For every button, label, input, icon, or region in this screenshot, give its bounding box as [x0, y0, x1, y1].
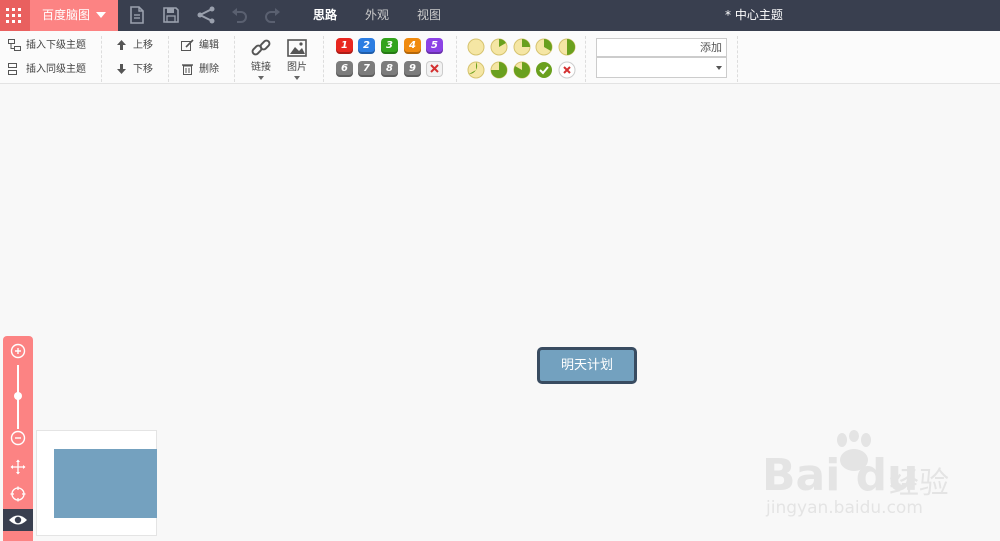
- arrow-up-icon: [117, 40, 126, 50]
- tab-view[interactable]: 视图: [405, 0, 453, 31]
- edit-button[interactable]: 编辑: [181, 37, 219, 55]
- eye-icon: [9, 515, 27, 525]
- image-label: 图片: [287, 62, 307, 73]
- resource-add-button[interactable]: 添加: [700, 41, 722, 54]
- priority-label: 2: [363, 40, 370, 51]
- divider: [323, 36, 324, 82]
- insert-child-icon: [8, 39, 21, 51]
- insert-sibling-icon: [8, 63, 17, 75]
- zoom-panel: [3, 336, 33, 541]
- watermark-cn: 经验: [889, 466, 949, 501]
- priority-remove-button[interactable]: [426, 61, 443, 77]
- resource-select[interactable]: [596, 57, 727, 78]
- zoom-slider-handle[interactable]: [14, 392, 22, 400]
- locate-center-icon[interactable]: [10, 486, 26, 502]
- caret-down-icon: [96, 12, 106, 18]
- mindmap-node[interactable]: 明天计划: [537, 347, 637, 384]
- trash-icon: [182, 64, 193, 75]
- tab-idea[interactable]: 思路: [301, 0, 349, 31]
- progress-7-icon[interactable]: [513, 61, 531, 79]
- priority-6-button[interactable]: 6: [336, 61, 353, 77]
- insert-child-label: 插入下级主题: [26, 40, 86, 51]
- zoom-out-icon[interactable]: [10, 430, 26, 446]
- priority-9-button[interactable]: 9: [404, 61, 421, 77]
- divider: [101, 36, 102, 82]
- priority-label: 1: [341, 40, 348, 51]
- image-icon: [287, 39, 307, 57]
- document-title: * 中心主题: [725, 8, 783, 22]
- move-up-label: 上移: [133, 40, 153, 51]
- link-label: 链接: [251, 62, 271, 73]
- close-icon: [430, 64, 439, 73]
- progress-remove-icon[interactable]: [558, 61, 576, 79]
- delete-label: 删除: [199, 64, 219, 75]
- link-icon: [251, 39, 271, 56]
- priority-label: 7: [363, 63, 370, 74]
- priority-label: 8: [386, 63, 393, 74]
- progress-5-icon[interactable]: [467, 61, 485, 79]
- ribbon-toolbar: 插入下级主题 插入同级主题 上移 下移 编辑 删除 链接 图片 1 2 3 4 …: [0, 31, 1000, 84]
- divider: [585, 36, 586, 82]
- progress-2-icon[interactable]: [513, 38, 531, 56]
- priority-3-button[interactable]: 3: [381, 38, 398, 54]
- divider: [168, 36, 169, 82]
- priority-5-button[interactable]: 5: [426, 38, 443, 54]
- top-bar: 百度脑图 思路 外观 视图 * 中心主题: [0, 0, 1000, 31]
- move-up-button[interactable]: 上移: [115, 37, 153, 55]
- dropdown-caret-icon: [258, 76, 264, 80]
- save-icon[interactable]: [160, 4, 182, 26]
- redo-icon[interactable]: [262, 4, 284, 26]
- priority-8-button[interactable]: 8: [381, 61, 398, 77]
- watermark-logo: Bai du 经验 jingyan.baidu.com: [762, 430, 977, 520]
- edit-label: 编辑: [199, 40, 219, 51]
- move-down-label: 下移: [133, 64, 153, 75]
- new-file-icon[interactable]: [126, 4, 148, 26]
- chevron-down-icon: [716, 66, 722, 70]
- priority-2-button[interactable]: 2: [358, 38, 375, 54]
- priority-label: 9: [409, 63, 416, 74]
- divider: [234, 36, 235, 82]
- brand-label: 百度脑图: [42, 8, 91, 22]
- link-button[interactable]: 链接: [249, 38, 273, 80]
- insert-sibling-button[interactable]: 插入同级主题: [8, 61, 86, 79]
- arrow-down-icon: [117, 64, 126, 74]
- watermark-url: jingyan.baidu.com: [766, 498, 923, 518]
- delete-button[interactable]: 删除: [181, 61, 219, 79]
- dropdown-caret-icon: [294, 76, 300, 80]
- progress-done-icon[interactable]: [535, 61, 553, 79]
- progress-6-icon[interactable]: [490, 61, 508, 79]
- move-down-button[interactable]: 下移: [115, 61, 153, 79]
- image-button[interactable]: 图片: [285, 38, 309, 80]
- progress-4-icon[interactable]: [558, 38, 576, 56]
- navigator-toggle-button[interactable]: [3, 509, 33, 531]
- progress-3-icon[interactable]: [535, 38, 553, 56]
- apps-grid-button[interactable]: [0, 0, 30, 31]
- move-icon[interactable]: [10, 459, 26, 475]
- priority-4-button[interactable]: 4: [404, 38, 421, 54]
- priority-label: 5: [431, 40, 438, 51]
- navigator-viewport[interactable]: [54, 449, 157, 518]
- edit-icon: [181, 39, 194, 51]
- insert-sibling-label: 插入同级主题: [26, 64, 86, 75]
- navigator-minimap[interactable]: [36, 430, 157, 536]
- insert-child-button[interactable]: 插入下级主题: [8, 37, 86, 55]
- divider: [456, 36, 457, 82]
- share-icon[interactable]: [195, 4, 217, 26]
- grid-icon: [6, 8, 21, 23]
- progress-0-icon[interactable]: [467, 38, 485, 56]
- priority-label: 6: [341, 63, 348, 74]
- tab-appearance[interactable]: 外观: [353, 0, 401, 31]
- priority-7-button[interactable]: 7: [358, 61, 375, 77]
- undo-icon[interactable]: [228, 4, 250, 26]
- priority-label: 3: [386, 40, 393, 51]
- priority-1-button[interactable]: 1: [336, 38, 353, 54]
- priority-label: 4: [409, 40, 416, 51]
- resource-add-input[interactable]: 添加: [596, 38, 727, 57]
- brand-menu-button[interactable]: 百度脑图: [30, 0, 118, 31]
- zoom-in-icon[interactable]: [10, 343, 26, 359]
- progress-1-icon[interactable]: [490, 38, 508, 56]
- divider: [737, 36, 738, 82]
